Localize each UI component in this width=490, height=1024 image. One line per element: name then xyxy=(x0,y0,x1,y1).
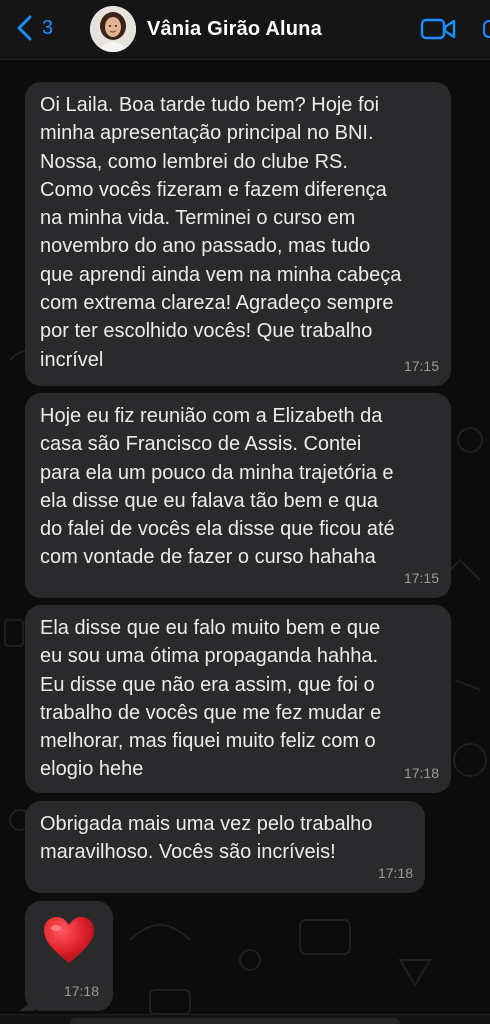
message-input[interactable] xyxy=(70,1018,400,1024)
message-text: Oi Laila. Boa tarde tudo bem? Hoje foi m… xyxy=(40,94,402,371)
video-camera-icon xyxy=(420,18,456,40)
message-bubble[interactable]: Obrigada mais uma vez pelo trabalho mara… xyxy=(25,801,425,893)
message-text: Obrigada mais uma vez pelo trabalho mara… xyxy=(40,813,373,864)
message-time: 17:15 xyxy=(403,357,439,374)
message-time: 17:18 xyxy=(63,982,99,999)
bubble-tail xyxy=(18,995,34,1011)
back-button[interactable]: 3 xyxy=(14,13,53,43)
chevron-left-icon xyxy=(17,15,32,41)
message-text: Ela disse que eu falo muito bem e que eu… xyxy=(40,617,382,781)
chat-screen: 3 Vânia Girão Aluna Oi Laila. Boa tarde xyxy=(0,0,490,1024)
message-bubble[interactable]: Oi Laila. Boa tarde tudo bem? Hoje foi m… xyxy=(25,82,451,386)
contact-name[interactable]: Vânia Girão Aluna xyxy=(147,18,322,41)
message-bubble[interactable]: 17:18 xyxy=(18,901,113,1011)
chat-header: 3 Vânia Girão Aluna xyxy=(0,0,490,60)
heart-emoji-icon xyxy=(44,917,94,963)
phone-call-button[interactable] xyxy=(483,20,490,38)
message-text: Hoje eu fiz reunião com a Elizabeth da c… xyxy=(40,405,395,569)
message-bubble[interactable]: Ela disse que eu falo muito bem e que eu… xyxy=(25,605,451,793)
avatar[interactable] xyxy=(90,6,136,52)
message-time: 17:18 xyxy=(377,864,413,881)
message-time: 17:15 xyxy=(403,569,439,586)
contact-photo xyxy=(90,6,136,52)
message-time: 17:18 xyxy=(403,764,439,781)
message-bubble[interactable]: Hoje eu fiz reunião com a Elizabeth da c… xyxy=(25,393,451,598)
unread-count: 3 xyxy=(42,16,54,39)
video-call-button[interactable] xyxy=(420,16,456,42)
